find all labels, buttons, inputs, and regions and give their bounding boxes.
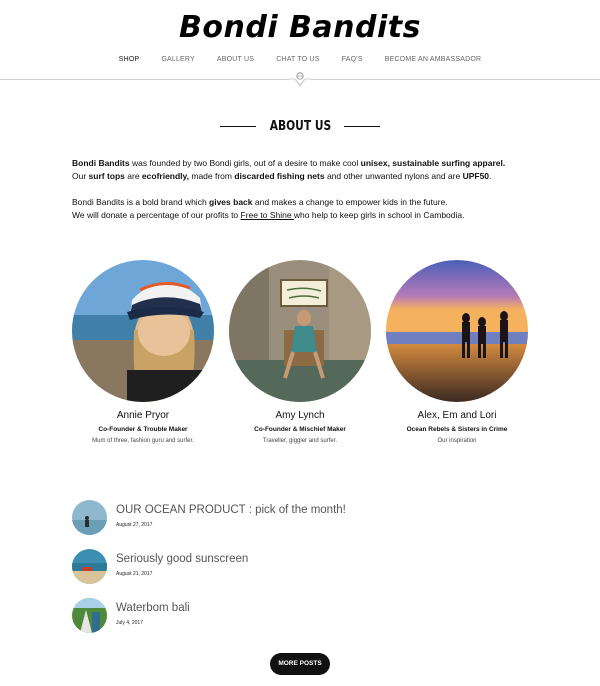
nav-about-us[interactable]: ABOUT US [217,56,254,63]
team-member-alex-em-lori: Alex, Em and Lori Ocean Rebels & Sisters… [386,260,528,444]
post-date: July 4, 2017 [116,620,143,626]
post-title[interactable]: Seriously good sunscreen [116,553,248,565]
nav-gallery[interactable]: GALLERY [161,56,195,63]
post-thumbnail[interactable] [72,598,107,633]
nav-notch-indicator [289,72,311,87]
site-logo[interactable]: Bondi Bandits [0,10,600,45]
member-name: Annie Pryor [116,410,170,421]
heading-rule-left [219,126,256,127]
amy-photo [229,260,371,402]
member-name: Amy Lynch [275,410,325,421]
post-title[interactable]: OUR OCEAN PRODUCT : pick of the month! [116,504,346,516]
post-item[interactable]: Seriously good sunscreen August 21, 2017 [72,549,532,585]
post-date: August 27, 2017 [116,522,153,528]
member-role: Ocean Rebels & Sisters in Crime [406,426,508,433]
intro-line-2: Our surf tops are ecofriendly, made from… [72,171,492,181]
team-member-amy: Amy Lynch Co-Founder & Mischief Maker Tr… [229,260,371,444]
member-desc: Our inspiration [437,438,477,444]
intro-line-1: Bondi Bandits was founded by two Bondi g… [72,158,506,168]
member-role: Co-Founder & Mischief Maker [254,426,346,433]
intro-line-3: Bondi Bandits is a bold brand which give… [72,197,448,207]
member-desc: Traveller, giggler and surfer. [262,438,338,444]
post-item[interactable]: OUR OCEAN PRODUCT : pick of the month! A… [72,500,532,536]
member-desc: Mum of three, fashion guru and surfer. [92,438,194,444]
team-member-annie: Annie Pryor Co-Founder & Trouble Maker M… [72,260,214,444]
free-to-shine-link[interactable]: Free to Shine [241,210,294,220]
post-thumbnail[interactable] [72,500,107,535]
main-nav: SHOP GALLERY ABOUT US CHAT TO US FAQ'S B… [0,56,600,63]
post-date: August 21, 2017 [116,571,153,577]
nav-shop[interactable]: SHOP [119,56,140,63]
post-title[interactable]: Waterbom bali [116,602,190,614]
post-item[interactable]: Waterbom bali July 4, 2017 [72,598,532,634]
heading-rule-right [344,126,381,127]
nav-chat-to-us[interactable]: CHAT TO US [276,56,320,63]
intro-line-4: We will donate a percentage of our profi… [72,210,465,220]
nav-become-ambassador[interactable]: BECOME AN AMBASSADOR [385,56,482,63]
sunset-photo [386,260,528,402]
more-posts-button[interactable]: MORE POSTS [270,653,330,675]
about-title: ABOUT US [269,119,331,134]
nav-faqs[interactable]: FAQ'S [342,56,363,63]
member-role: Co-Founder & Trouble Maker [98,426,188,433]
post-thumbnail[interactable] [72,549,107,584]
annie-photo [72,260,214,402]
member-name: Alex, Em and Lori [417,410,497,421]
about-heading: ABOUT US [0,119,600,134]
about-intro: Bondi Bandits was founded by two Bondi g… [72,157,542,222]
